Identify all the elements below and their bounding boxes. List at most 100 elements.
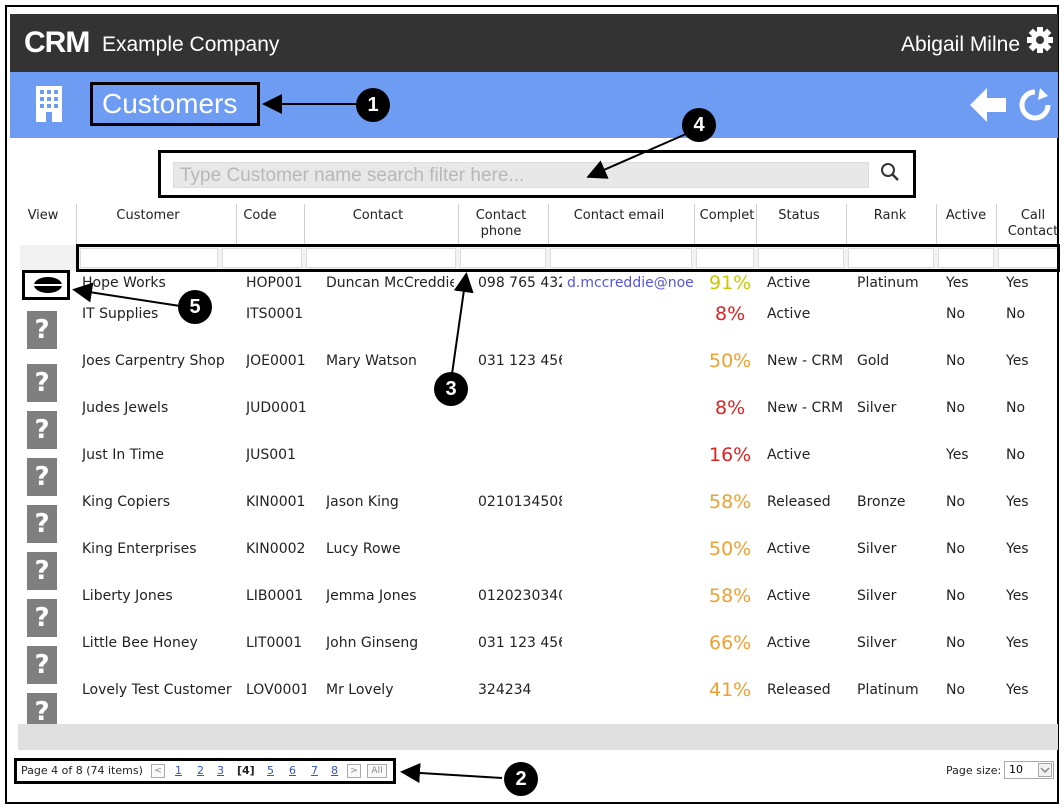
search-input[interactable]: Type Customer name search filter here...: [173, 162, 869, 188]
cell-contact: Jemma Jones: [326, 588, 417, 604]
pager-next-button[interactable]: >: [347, 764, 361, 778]
pager-page-7[interactable]: 7: [311, 761, 318, 781]
cell-code: LIT0001: [246, 635, 303, 651]
cell-customer: Liberty Jones: [82, 588, 173, 604]
cell-call-contact: Yes: [1006, 588, 1029, 604]
column-header-view[interactable]: View: [20, 208, 66, 224]
pager-page-1[interactable]: 1: [175, 761, 182, 781]
unknown-customer-icon[interactable]: ?: [27, 458, 57, 496]
cell-status: New - CRM: [767, 400, 844, 416]
cell-status: Active: [767, 635, 811, 651]
pager-page-5[interactable]: 5: [267, 761, 274, 781]
table-row[interactable]: ? Lovely Test Customer LOV0001 Mr Lovely 324…: [0, 679, 1064, 731]
table-row[interactable]: ? Just In Time JUS001 Active Yes No 16%: [0, 444, 1064, 496]
callout-4: 4: [682, 108, 716, 142]
cell-call-contact: Yes: [1006, 635, 1029, 651]
cell-status: Active: [767, 541, 811, 557]
column-divider: [846, 204, 847, 246]
cell-complete: 66%: [709, 632, 752, 654]
column-header-customer[interactable]: Customer: [78, 208, 218, 224]
cell-rank: Bronze: [857, 494, 906, 510]
cell-customer: King Enterprises: [82, 541, 197, 557]
unknown-customer-icon[interactable]: ?: [27, 505, 57, 543]
cell-complete: 16%: [709, 444, 752, 466]
callout-3: 3: [434, 372, 468, 406]
column-divider: [548, 204, 549, 246]
building-icon: [36, 86, 62, 122]
pager-prev-button[interactable]: <: [151, 764, 165, 778]
cell-complete: 8%: [715, 303, 746, 325]
unknown-customer-icon[interactable]: ?: [27, 411, 57, 449]
table-row[interactable]: ? Judes Jewels JUD0001 New - CRM Silver No No 8…: [0, 397, 1064, 449]
column-divider: [694, 204, 695, 246]
cell-status: Active: [767, 275, 811, 291]
cell-call-contact: Yes: [1006, 353, 1029, 369]
cell-code: KIN0002: [246, 541, 306, 557]
column-header-code[interactable]: Code: [236, 208, 284, 224]
unknown-customer-icon[interactable]: ?: [27, 599, 57, 637]
cell-rank: Platinum: [857, 682, 919, 698]
company-name: Example Company: [102, 33, 280, 56]
view-button[interactable]: [22, 270, 70, 300]
table-row[interactable]: ? Liberty Jones LIB0001 Jemma Jones 01202303…: [0, 585, 1064, 637]
table-row[interactable]: ? King Enterprises KIN0002 Lucy Rowe Active S…: [0, 538, 1064, 590]
search-bar: Type Customer name search filter here...: [158, 150, 916, 198]
user-name[interactable]: Abigail Milne: [901, 32, 1020, 58]
pager-all-button[interactable]: All: [367, 764, 387, 778]
column-header-complete[interactable]: Complet: [698, 208, 756, 224]
refresh-icon[interactable]: [1018, 88, 1052, 122]
unknown-customer-icon[interactable]: ?: [27, 552, 57, 590]
column-header-call-contact[interactable]: Call Contact: [1004, 208, 1062, 240]
cell-customer: Just In Time: [82, 447, 164, 463]
table-row[interactable]: ? Joes Carpentry Shop JOE0001 Mary Watson 03…: [0, 350, 1064, 402]
column-header-contact-phone[interactable]: Contact phone: [470, 208, 532, 240]
cell-status: New - CRM: [767, 353, 844, 369]
cell-status: Released: [767, 494, 831, 510]
pager-page-6[interactable]: 6: [289, 761, 296, 781]
pager-page-3[interactable]: 3: [217, 761, 224, 781]
unknown-customer-icon[interactable]: ?: [27, 646, 57, 684]
column-header-contact[interactable]: Contact: [318, 208, 438, 224]
page-size-select[interactable]: 10: [1004, 761, 1054, 779]
unknown-customer-icon[interactable]: ?: [27, 311, 57, 349]
cell-contact: Mary Watson: [326, 353, 417, 369]
table-row[interactable]: ? IT Supplies ITS0001 Active No No 8%: [0, 303, 1064, 349]
table-row[interactable]: ? Little Bee Honey LIT0001 John Ginseng 031 …: [0, 632, 1064, 684]
cell-complete: 50%: [709, 538, 752, 560]
column-header-active[interactable]: Active: [942, 208, 990, 224]
cell-active: No: [946, 588, 966, 604]
column-header-status[interactable]: Status: [764, 208, 834, 224]
search-icon[interactable]: [875, 158, 905, 188]
cell-active: No: [946, 353, 966, 369]
cell-contact: Jason King: [326, 494, 399, 510]
title-bar: Customers: [10, 72, 1058, 138]
cell-complete: 91%: [709, 272, 752, 294]
cell-phone: 098 765 432: [478, 275, 562, 291]
cell-code: LIB0001: [246, 588, 304, 604]
back-arrow-icon[interactable]: [970, 88, 1006, 122]
top-bar: CRM Example Company Abigail Milne: [10, 14, 1058, 72]
filter-row-highlight: [76, 244, 1060, 272]
cell-call-contact: No: [1006, 306, 1026, 322]
column-divider: [76, 204, 77, 246]
cell-phone: 031 123 456: [478, 635, 562, 651]
cell-complete: 41%: [709, 679, 752, 701]
crm-logo: CRM: [24, 26, 90, 59]
pager-page-8[interactable]: 8: [331, 761, 338, 781]
column-header-rank[interactable]: Rank: [854, 208, 926, 224]
cell-customer: King Copiers: [82, 494, 171, 510]
column-header-contact-email[interactable]: Contact email: [560, 208, 678, 224]
cell-contact: John Ginseng: [326, 635, 419, 651]
cell-rank: Silver: [857, 588, 897, 604]
cell-call-contact: No: [1006, 400, 1026, 416]
pager-page-2[interactable]: 2: [197, 761, 204, 781]
table-row[interactable]: ? King Copiers KIN0001 Jason King 0210134508…: [0, 491, 1064, 543]
cell-email[interactable]: d.mccreddie@noem: [567, 274, 695, 292]
cell-complete: 58%: [709, 491, 752, 513]
chevron-down-icon[interactable]: [1038, 763, 1052, 777]
unknown-customer-icon[interactable]: ?: [27, 364, 57, 402]
cell-status: Active: [767, 306, 811, 322]
cell-customer: Judes Jewels: [82, 400, 169, 416]
gear-icon[interactable]: [1026, 26, 1054, 54]
cell-code: HOP001: [246, 275, 303, 291]
